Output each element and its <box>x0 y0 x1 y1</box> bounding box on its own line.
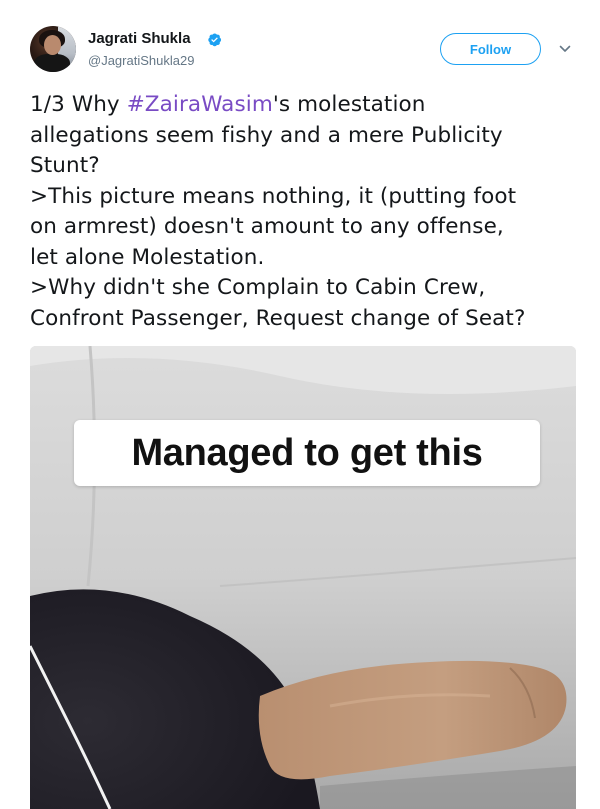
tweet-media-image[interactable] <box>30 346 576 809</box>
hashtag-link[interactable]: #ZairaWasim <box>127 92 273 117</box>
tweet-line-2: allegations seem fishy and a mere Public… <box>30 122 503 148</box>
user-handle[interactable]: @JagratiShukla29 <box>88 53 194 68</box>
tweet-line-3: Stunt? <box>30 153 100 178</box>
media-caption-overlay: Managed to get this <box>74 420 540 486</box>
tweet-line-5: on armrest) doesn't amount to any offens… <box>30 214 504 239</box>
tweet-line-8: Confront Passenger, Request change of Se… <box>30 305 526 331</box>
tweet: Jagrati Shukla @JagratiShukla29 Follow 1… <box>0 0 600 809</box>
follow-button[interactable]: Follow <box>440 33 541 65</box>
tweet-line-4: >This picture means nothing, it (putting… <box>30 183 517 209</box>
avatar[interactable] <box>30 26 76 72</box>
chevron-down-icon[interactable] <box>558 42 572 56</box>
tweet-line-1: 1/3 Why #ZairaWasim's molestation <box>30 92 426 117</box>
verified-badge-icon <box>208 33 222 47</box>
tweet-line-6: let alone Molestation. <box>30 244 265 270</box>
tweet-line-7: >Why didn't she Complain to Cabin Crew, <box>30 275 486 300</box>
tweet-text: 1/3 Why #ZairaWasim's molestation allega… <box>30 90 580 334</box>
user-name[interactable]: Jagrati Shukla <box>88 30 191 47</box>
media-caption-text: Managed to get this <box>131 431 483 474</box>
media-photo <box>30 346 576 809</box>
